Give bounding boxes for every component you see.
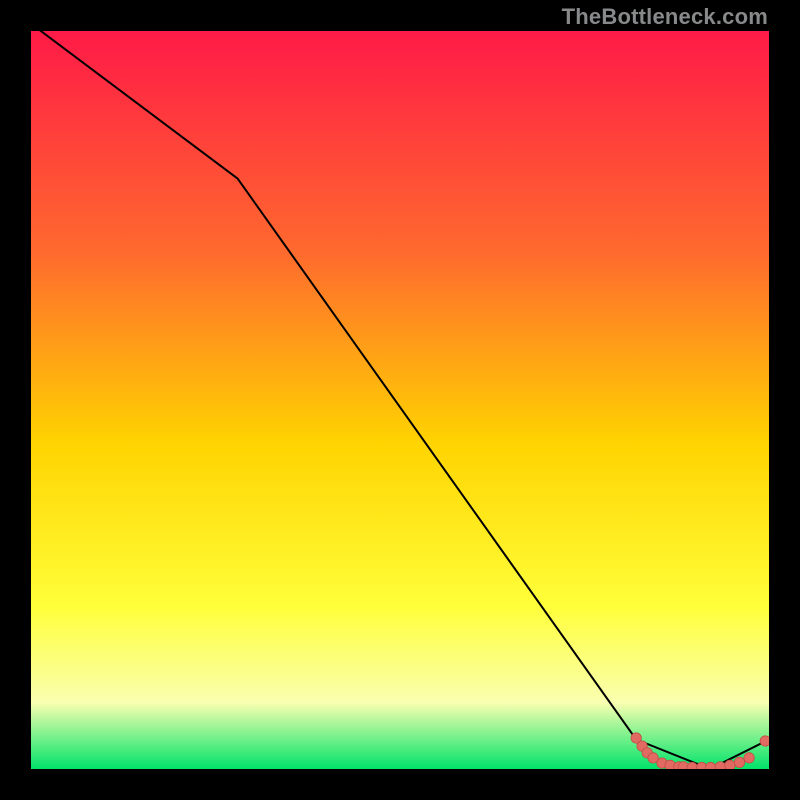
data-point bbox=[734, 757, 744, 767]
data-point bbox=[725, 760, 735, 769]
gradient-background bbox=[31, 31, 769, 769]
data-point bbox=[744, 753, 754, 763]
plot-area bbox=[31, 31, 769, 769]
data-point bbox=[687, 762, 697, 769]
chart-canvas bbox=[31, 31, 769, 769]
data-point bbox=[760, 736, 769, 746]
data-point bbox=[706, 762, 716, 769]
data-point bbox=[715, 762, 725, 769]
chart-stage: TheBottleneck.com bbox=[0, 0, 800, 800]
watermark-text: TheBottleneck.com bbox=[562, 4, 768, 30]
